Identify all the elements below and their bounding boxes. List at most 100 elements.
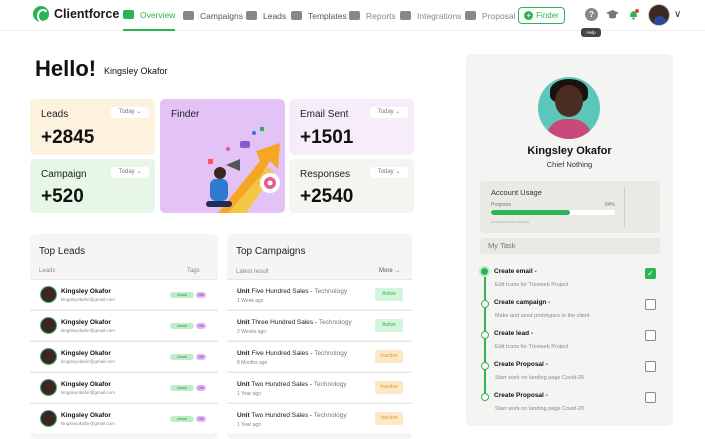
campaign-name: Five Hundred Sales - (251, 288, 313, 295)
campaign-row[interactable]: Unit Two Hundred Sales - Technology 1 Yea… (227, 403, 412, 433)
nav-reports[interactable]: Reports (349, 0, 396, 31)
lead-tag-dm[interactable]: DM (196, 385, 206, 391)
finder-button[interactable]: + Finder (518, 7, 565, 24)
task-dot-icon (481, 393, 489, 401)
campaign-category: Technology (313, 381, 347, 388)
nav-templates[interactable]: Templates (291, 0, 347, 31)
lead-tag-unsub[interactable]: Unsub (170, 416, 194, 422)
megaphone-icon (183, 11, 194, 20)
lead-row[interactable]: Kingsley Okafor kingsleyokafor@gmail.com U… (30, 341, 218, 371)
task-checkbox[interactable] (645, 299, 656, 310)
lead-row[interactable]: Kingsley Okafor kingsleyokafor@gmail.com U… (30, 372, 218, 402)
usage-divider (624, 187, 625, 227)
task-item: Create email - Edit Icons for Tronweb Pro… (466, 266, 673, 297)
lead-email: kingsleyokafor@gmail.com (61, 421, 115, 426)
email-period-dropdown[interactable]: Today ⌄ (370, 107, 408, 118)
campaign-row[interactable]: Unit Two Hundred Sales - Technology 1 Yea… (227, 372, 412, 402)
campaign-card-value: +520 (41, 186, 84, 207)
lead-avatar (40, 286, 57, 303)
campaign-card-title: Campaign (41, 169, 87, 180)
campaign-unit: Unit (237, 350, 250, 357)
campaigns-subtitle: Latest result (236, 269, 269, 275)
campaign-status-badge: Active (375, 288, 403, 301)
nav-campaigns-label: Campaigns (200, 10, 243, 21)
task-checkbox[interactable] (645, 330, 656, 341)
nav-campaigns[interactable]: Campaigns (183, 0, 243, 31)
lead-row[interactable]: Kingsley Okafor kingsleyokafor@gmail.com U… (30, 310, 218, 340)
finder-button-label: Finder (536, 11, 559, 20)
campaign-status-badge: Inactive (375, 350, 403, 363)
bell-icon[interactable] (627, 8, 640, 21)
task-title: Create Proposal - (494, 361, 548, 368)
responses-card[interactable]: Responses Today ⌄ +2540 (289, 159, 414, 213)
campaign-period-dropdown[interactable]: Today ⌄ (111, 167, 149, 178)
lead-name: Kingsley Okafor (61, 381, 111, 388)
plus-icon: + (524, 11, 534, 20)
lead-tag-unsub[interactable]: Unsub (170, 354, 194, 360)
task-dot-icon (481, 362, 489, 370)
app-logo[interactable]: Clientforce (33, 6, 119, 23)
nav-integrations-label: Integrations (417, 10, 462, 21)
lead-tag-dm[interactable]: DM (196, 292, 206, 298)
campaign-row[interactable]: Unit Five Hundred Sales - Technology 8 Mo… (227, 341, 412, 371)
lead-row[interactable]: Kingsley Okafor kingsleyokafor@gmail.com U… (30, 403, 218, 433)
campaign-row[interactable]: Unit Five Hundred Sales - Technology 1 We… (227, 279, 412, 309)
campaign-name: Two Hundred Sales - (251, 412, 313, 419)
lead-name: Kingsley Okafor (61, 288, 111, 295)
nav-leads-label: Leads (263, 10, 287, 21)
responses-period-dropdown[interactable]: Today ⌄ (370, 167, 408, 178)
finder-card[interactable]: Finder (160, 99, 285, 213)
task-checkbox[interactable] (645, 361, 656, 372)
task-item: Create Proposal - Start work on landing p… (466, 360, 673, 390)
task-item: Create Proposal - Start work on landing p… (466, 391, 673, 421)
task-checkbox[interactable]: ✓ (645, 268, 656, 279)
help-icon[interactable]: ? (585, 8, 598, 21)
graduation-cap-icon[interactable] (605, 8, 620, 21)
task-checkbox[interactable] (645, 392, 656, 403)
home-icon (123, 10, 134, 19)
lead-tag-dm[interactable]: DM (196, 416, 206, 422)
lead-name: Kingsley Okafor (61, 350, 111, 357)
campaign-category: Technology (314, 288, 348, 295)
nav-proposal[interactable]: Proposal (465, 0, 516, 31)
email-sent-card[interactable]: Email Sent Today ⌄ +1501 (289, 99, 414, 155)
campaign-category: Technology (314, 350, 348, 357)
campaign-unit: Unit (237, 381, 250, 388)
template-icon (291, 11, 302, 20)
leads-column-header: Leads (39, 268, 56, 274)
campaign-unit: Unit (237, 319, 250, 326)
lead-tag-unsub[interactable]: Unsub (170, 385, 194, 391)
finder-illustration (206, 127, 280, 213)
leads-card-value: +2845 (41, 127, 95, 148)
chevron-down-icon[interactable]: ∨ (674, 9, 681, 20)
lead-tag-dm[interactable]: DM (196, 354, 206, 360)
nav-integrations[interactable]: Integrations (400, 0, 461, 31)
leads-card[interactable]: Leads Today ⌄ +2845 (30, 99, 155, 155)
nav-overview[interactable]: Overview (123, 0, 176, 31)
campaign-date: 8 Months ago (237, 360, 268, 366)
nav-leads[interactable]: Leads (246, 0, 286, 31)
lead-avatar (40, 317, 57, 334)
campaign-unit: Unit (237, 412, 250, 419)
lead-row[interactable]: Kingsley Okafor kingsleyokafor@gmail.com U… (30, 279, 218, 309)
campaign-category: Technology (318, 319, 352, 326)
progress-label: Progress (491, 202, 512, 208)
campaign-status-badge: Active (375, 319, 403, 332)
more-link[interactable]: More → (379, 268, 400, 274)
nav-proposal-label: Proposal (482, 10, 516, 21)
nav-overview-label: Overview (140, 9, 176, 20)
campaign-row[interactable]: Unit Three Hundred Sales - Technology 2 W… (227, 310, 412, 340)
campaign-category: Technology (313, 412, 347, 419)
task-desc: Start work on landing page Covid-20 (495, 406, 584, 412)
lead-tag-unsub[interactable]: Unsub (170, 323, 194, 329)
user-avatar[interactable] (648, 4, 670, 26)
campaign-card[interactable]: Campaign Today ⌄ +520 (30, 159, 155, 213)
lead-tag-dm[interactable]: DM (196, 323, 206, 329)
progress-percent: 64% (605, 202, 616, 208)
progress-bar (491, 210, 615, 215)
lead-tag-unsub[interactable]: Unsub (170, 292, 194, 298)
email-sent-card-title: Email Sent (300, 109, 349, 120)
greeting-hello: Hello! (35, 56, 97, 81)
leads-period-dropdown[interactable]: Today ⌄ (111, 107, 149, 118)
task-dot-icon (479, 266, 490, 277)
